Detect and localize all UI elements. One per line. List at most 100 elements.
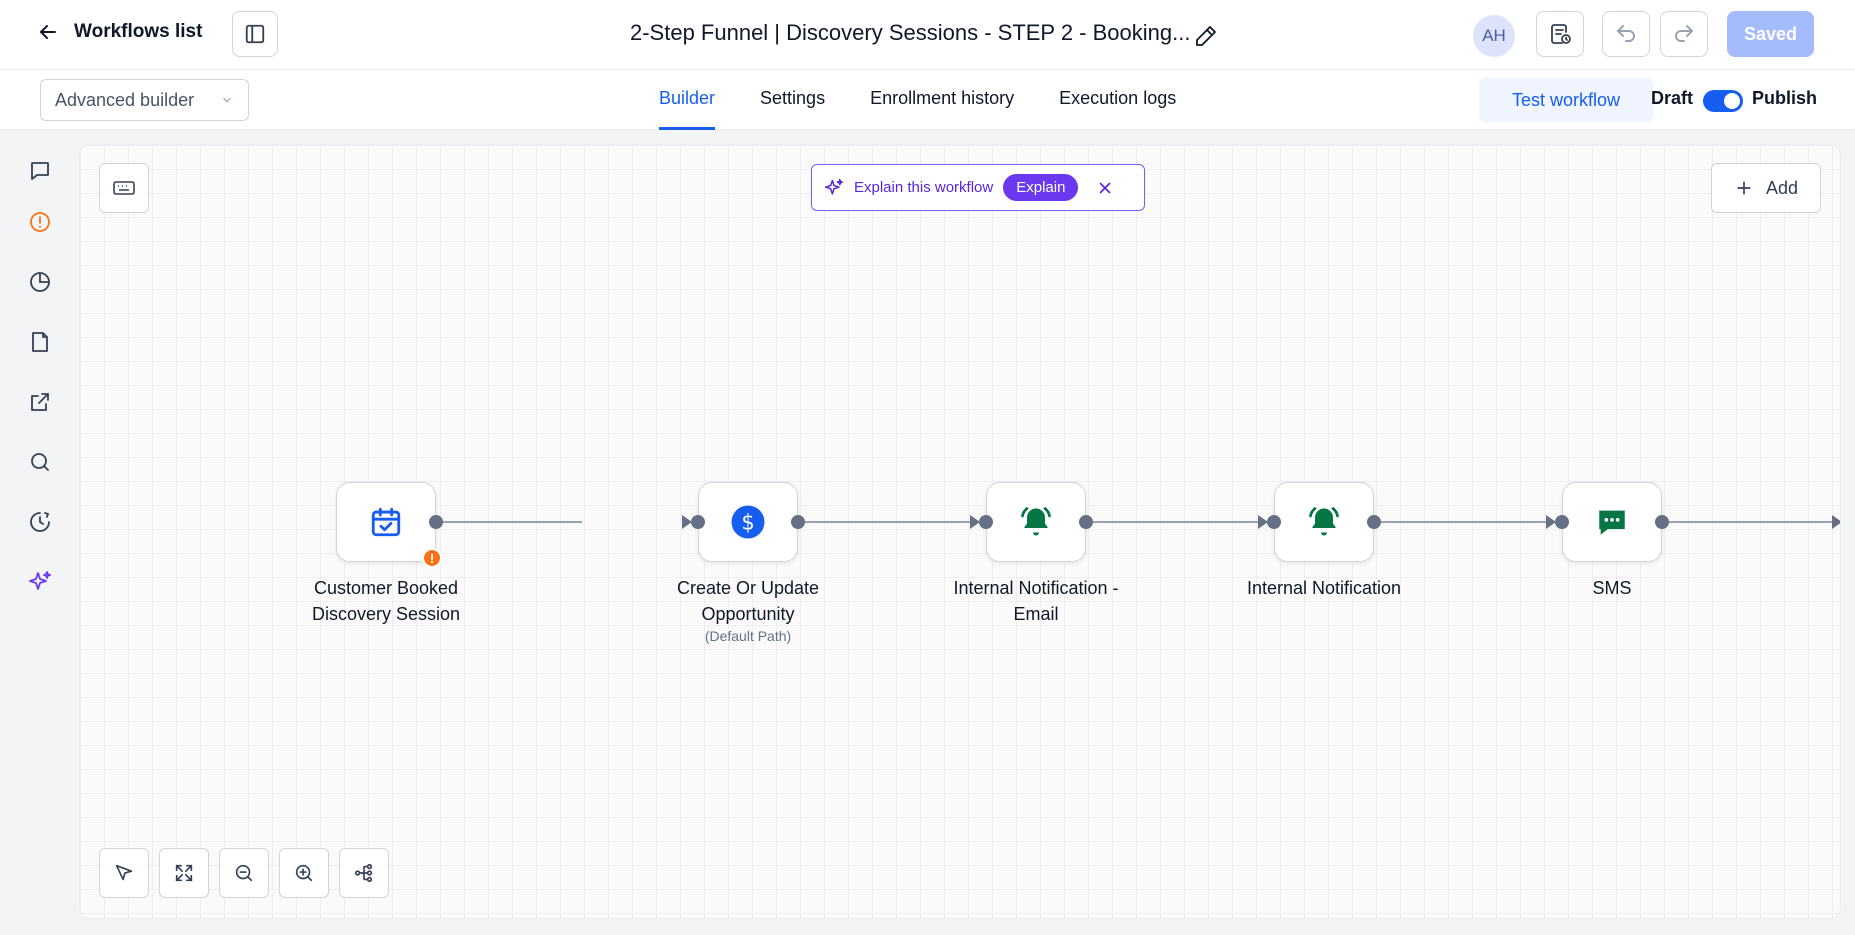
chat-icon — [31, 162, 49, 180]
node-label-line: Customer Booked — [313, 578, 459, 598]
close-icon[interactable] — [1096, 179, 1114, 197]
explain-button[interactable]: Explain — [1003, 174, 1079, 201]
expand-icon — [175, 864, 193, 882]
rail-errors[interactable] — [26, 208, 54, 236]
node-input-port[interactable] — [1267, 515, 1281, 529]
calendar-check-icon — [371, 507, 401, 537]
fit-view-button[interactable] — [159, 848, 209, 898]
top-bar: Workflows list 2-Step Funnel | Discovery… — [0, 0, 1855, 70]
node-input-port[interactable] — [979, 515, 993, 529]
workflow-node-trigger[interactable] — [336, 482, 436, 562]
node-label: Internal Notification - Email — [936, 575, 1136, 627]
builder-mode-value: Advanced builder — [55, 89, 195, 110]
node-label-line: Internal Notification — [1246, 578, 1402, 598]
edge-line — [436, 521, 582, 523]
saved-button[interactable]: Saved — [1727, 11, 1814, 57]
edge-line — [798, 521, 976, 523]
node-label: SMS — [1512, 575, 1712, 601]
node-label-line: Email — [1013, 604, 1059, 624]
svg-text:$: $ — [741, 511, 754, 535]
node-output-port[interactable] — [429, 515, 443, 529]
zoom-out-button[interactable] — [219, 848, 269, 898]
select-tool-button[interactable] — [99, 848, 149, 898]
zoom-out-icon — [235, 864, 253, 882]
bell-icon — [1021, 507, 1051, 536]
pie-chart-icon — [30, 272, 50, 292]
explain-text: Explain this workflow — [854, 179, 994, 196]
document-clock-icon — [1551, 24, 1571, 44]
node-output-port[interactable] — [1079, 515, 1093, 529]
workflow-node-opportunity[interactable]: $ — [698, 482, 798, 562]
sidebar-toggle-button[interactable] — [232, 11, 278, 57]
plus-icon — [1737, 181, 1751, 195]
node-label-line: Internal Notification - — [953, 578, 1119, 598]
sidebar-panel-icon — [245, 24, 265, 44]
document-icon — [32, 332, 48, 352]
rail-share[interactable] — [26, 388, 54, 416]
dollar-icon: $ — [731, 505, 765, 539]
rail-history[interactable] — [26, 508, 54, 536]
workflow-node-internal-notification[interactable] — [1274, 482, 1374, 562]
workflow-title[interactable]: 2-Step Funnel | Discovery Sessions - STE… — [630, 20, 1190, 46]
draft-label: Draft — [1651, 88, 1694, 108]
version-history-button[interactable] — [1536, 11, 1584, 57]
external-link-icon — [31, 393, 49, 411]
node-output-port[interactable] — [1367, 515, 1381, 529]
auto-layout-button[interactable] — [339, 848, 389, 898]
rail-search[interactable] — [26, 448, 54, 476]
redo-button[interactable] — [1660, 11, 1708, 57]
node-output-port[interactable] — [791, 515, 805, 529]
back-label: Workflows list — [74, 21, 203, 42]
undo-icon — [1617, 25, 1635, 42]
sparkle-icon — [824, 178, 844, 195]
node-label: Customer Booked Discovery Session — [286, 575, 486, 627]
node-label-line: Discovery Session — [311, 604, 461, 624]
builder-mode-select[interactable]: Advanced builder — [40, 79, 249, 121]
add-label: Add — [1765, 177, 1799, 198]
workflow-node-sms[interactable] — [1562, 482, 1662, 562]
explain-workflow-banner: Explain this workflow Explain — [811, 164, 1145, 211]
rail-analytics[interactable] — [26, 268, 54, 296]
arrow-left-icon — [40, 25, 56, 39]
cursor-icon — [115, 864, 133, 881]
keyboard-shortcuts-button[interactable] — [99, 163, 149, 213]
tab-enrollment-history[interactable]: Enrollment history — [870, 70, 1014, 130]
search-icon — [31, 453, 49, 471]
alert-circle-icon — [30, 212, 50, 232]
user-avatar[interactable]: AH — [1473, 15, 1515, 57]
node-label-line: Opportunity — [701, 604, 795, 624]
workflow-node-internal-email[interactable] — [986, 482, 1086, 562]
rail-ai-assist[interactable] — [26, 568, 54, 596]
tab-bar: Builder Settings Enrollment history Exec… — [659, 70, 1176, 130]
node-output-port[interactable] — [1655, 515, 1669, 529]
tab-builder[interactable]: Builder — [659, 70, 716, 130]
publish-toggle[interactable] — [1703, 90, 1743, 112]
node-input-port[interactable] — [1555, 515, 1569, 529]
zoom-in-button[interactable] — [279, 848, 329, 898]
sparkle-icon — [29, 571, 51, 590]
undo-button[interactable] — [1602, 11, 1650, 57]
tab-execution-logs[interactable]: Execution logs — [1059, 70, 1176, 130]
message-icon — [1599, 510, 1625, 535]
edge-line — [1662, 521, 1840, 523]
test-workflow-button[interactable]: Test workflow — [1479, 78, 1653, 122]
warning-badge[interactable]: ! — [422, 548, 442, 568]
workflow-canvas[interactable]: Explain this workflow Explain Add ! Cust… — [80, 145, 1840, 918]
edge-line — [1374, 521, 1552, 523]
publish-label: Publish — [1752, 88, 1818, 108]
tree-layout-icon — [354, 863, 373, 883]
edge-arrow — [1832, 515, 1840, 529]
back-to-workflows-link[interactable]: Workflows list — [36, 20, 202, 44]
node-input-port[interactable] — [691, 515, 705, 529]
chevron-down-icon — [223, 97, 231, 103]
redo-icon — [1675, 25, 1693, 42]
rail-notes[interactable] — [26, 328, 54, 356]
node-label-line: Create Or Update — [676, 578, 820, 598]
pencil-icon[interactable] — [1194, 24, 1218, 48]
add-button[interactable]: Add — [1711, 163, 1821, 213]
node-label-line: SMS — [1592, 578, 1632, 598]
tab-settings[interactable]: Settings — [760, 70, 825, 130]
node-path-label: (Default Path) — [704, 628, 792, 644]
rail-comments[interactable] — [26, 157, 54, 185]
zoom-in-icon — [295, 864, 313, 882]
